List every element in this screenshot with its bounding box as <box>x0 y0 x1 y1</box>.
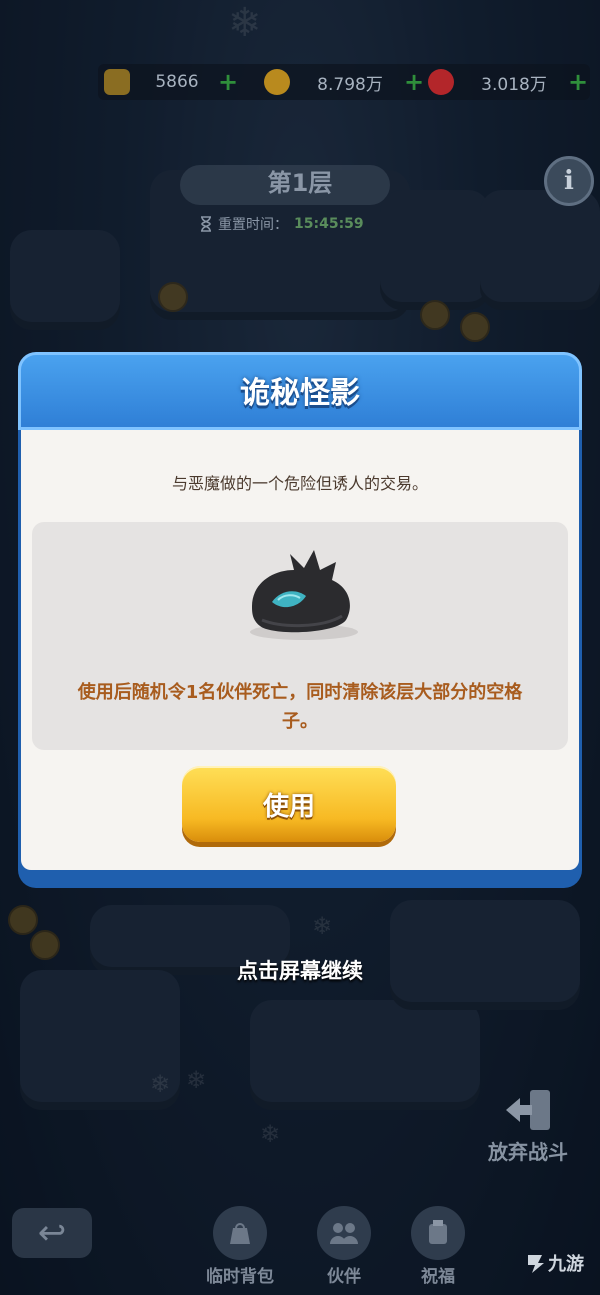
nav-companions[interactable]: 伙伴 <box>304 1206 384 1287</box>
gold-coin-icon <box>264 69 290 95</box>
use-button[interactable]: 使用 <box>182 766 396 842</box>
tap-to-continue[interactable]: 点击屏幕继续 <box>0 955 600 985</box>
watermark: 九游 <box>524 1250 584 1276</box>
exit-door-icon[interactable] <box>502 1086 556 1134</box>
resource-value: 5866 <box>155 72 199 92</box>
reset-time: 15:45:59 <box>294 216 364 232</box>
nav-blessing[interactable]: 祝福 <box>398 1206 478 1287</box>
resource-value: 8.798万 <box>317 74 383 95</box>
item-description: 使用后随机令1名伙伴死亡，同时清除该层大部分的空格子。 <box>77 682 523 732</box>
companions-icon <box>317 1206 371 1260</box>
blessing-icon <box>411 1206 465 1260</box>
nav-label: 临时背包 <box>206 1267 274 1287</box>
back-button[interactable]: ↩ <box>12 1208 92 1258</box>
floor-title: 第1层 <box>267 169 333 197</box>
add-gold-button[interactable]: + <box>404 70 424 94</box>
red-gem-icon <box>428 69 454 95</box>
shadow-creature-icon <box>250 550 358 640</box>
watermark-text: 九游 <box>548 1254 584 1275</box>
use-button-label: 使用 <box>262 791 315 822</box>
add-gems-button[interactable]: + <box>218 70 238 94</box>
resource-gold: 8.798万 + <box>264 64 424 100</box>
hourglass-icon <box>201 216 211 232</box>
jiuyou-logo-icon <box>528 1255 544 1273</box>
gold-bar-icon <box>104 69 130 95</box>
bag-icon <box>213 1206 267 1260</box>
nav-label: 伙伴 <box>327 1267 361 1287</box>
reset-timer: 重置时间： 15:45:59 <box>200 214 364 234</box>
abandon-battle-button[interactable]: 放弃战斗 <box>488 1136 568 1165</box>
info-icon: i <box>564 166 574 196</box>
back-arrow-icon: ↩ <box>37 1213 67 1253</box>
resource-gems: 5866 + <box>104 64 238 100</box>
dialog-subtitle: 与恶魔做的一个危险但诱人的交易。 <box>171 474 428 493</box>
reset-label: 重置时间： <box>218 217 288 233</box>
info-button[interactable]: i <box>544 156 594 206</box>
nav-label: 祝福 <box>421 1267 455 1287</box>
add-red-gems-button[interactable]: + <box>568 70 588 94</box>
resource-red-gems: 3.018万 + <box>428 64 588 100</box>
resource-bar: 5866 + 8.798万 + 3.018万 + <box>98 64 590 100</box>
nav-temp-bag[interactable]: 临时背包 <box>200 1206 280 1287</box>
dialog-title: 诡秘怪影 <box>240 376 360 411</box>
resource-value: 3.018万 <box>481 74 547 95</box>
